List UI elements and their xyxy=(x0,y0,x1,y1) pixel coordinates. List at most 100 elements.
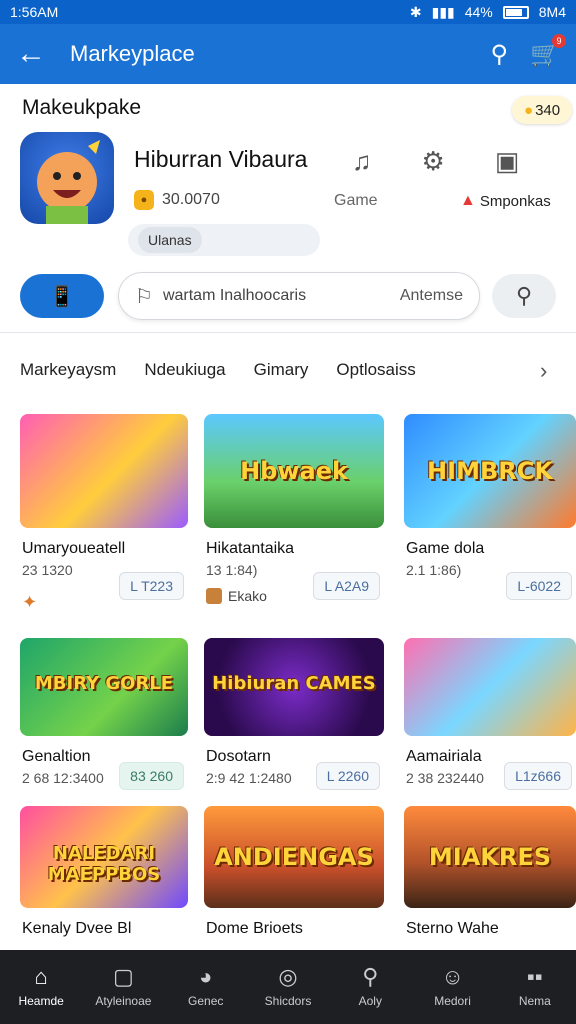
status-label: 8M4 xyxy=(538,4,566,20)
game-thumbnail[interactable]: NALEDARI MAEPPBOS xyxy=(20,806,188,908)
signal-icon: ▮▮▮ xyxy=(431,3,455,20)
status-time: 1:56AM xyxy=(10,4,59,20)
cart-button[interactable]: 🛒 9 xyxy=(530,33,566,69)
menu-icon: ▪▪ xyxy=(527,964,543,989)
app-rating: ● 30.0070 xyxy=(134,190,220,210)
box-icon xyxy=(206,588,222,604)
tag-chip[interactable]: Ulanas xyxy=(138,227,202,253)
tab-3[interactable]: Optlosaiss xyxy=(336,360,415,380)
game-title: Kenaly Dvee Bl xyxy=(22,920,132,937)
bluetooth-icon: ✱ xyxy=(409,3,422,20)
price-badge[interactable]: L1z666 xyxy=(504,762,572,790)
pin-icon: ⚐ xyxy=(135,285,153,308)
game-logo-text: HIMBRCK xyxy=(427,457,553,485)
game-logo-text: ANDIENGAS xyxy=(214,843,374,871)
game-logo-text: Hbwaek xyxy=(240,457,348,485)
back-arrow-icon[interactable]: ← xyxy=(16,37,56,71)
category-tabs: Markeyaysm Ndeukiuga Gimary Optlosaiss › xyxy=(20,358,547,383)
phone-icon: 📱 xyxy=(49,285,75,308)
search-option[interactable]: Antemse xyxy=(400,287,463,305)
game-card[interactable]: Hbwaek Hikatantaika 13 1:84) L A2A9 Ekako xyxy=(204,414,384,614)
coin-balance[interactable]: ● 340 xyxy=(512,96,573,124)
game-title: Genaltion xyxy=(22,748,91,765)
game-logo-text: NALEDARI MAEPPBOS xyxy=(47,843,161,885)
game-title: Dome Brioets xyxy=(206,920,303,937)
game-art xyxy=(20,414,188,528)
app-icon[interactable] xyxy=(20,132,114,224)
search-input[interactable]: ⚐ wartam Inalhoocaris Antemse xyxy=(118,272,480,320)
filter-button[interactable]: 📱 xyxy=(20,274,104,318)
nav-label: Atyleinoae xyxy=(95,994,152,1008)
status-icons: ✱ ▮▮▮ 44% 8M4 xyxy=(410,4,566,21)
nav-search[interactable]: ⚲ Aoly xyxy=(335,964,405,1009)
game-title: Umaryoueatell xyxy=(22,540,126,557)
nav-label: Medori xyxy=(434,994,471,1008)
nav-messages[interactable]: ▢ Atyleinoae xyxy=(88,966,158,1009)
tab-1[interactable]: Ndeukiuga xyxy=(144,360,225,380)
game-card[interactable]: NALEDARI MAEPPBOS Kenaly Dvee Bl xyxy=(20,806,188,946)
sponsor-link[interactable]: ▲ Smponkas xyxy=(460,192,551,210)
search-button[interactable]: ⚲ xyxy=(492,274,556,318)
game-thumbnail[interactable]: Hbwaek xyxy=(204,414,384,528)
game-title: Aamairiala xyxy=(406,748,482,765)
nav-menu[interactable]: ▪▪ Nema xyxy=(500,964,570,1009)
nav-profile[interactable]: ☺ Medori xyxy=(418,964,488,1009)
nav-label: Shicdors xyxy=(264,994,312,1008)
game-thumbnail[interactable]: ANDIENGAS xyxy=(204,806,384,908)
coin-small-icon: ● xyxy=(134,190,154,210)
app-bar: ← Markeyplace ⚲ 🛒 9 xyxy=(0,24,576,84)
game-thumbnail[interactable]: HIMBRCK xyxy=(404,414,576,528)
game-thumbnail[interactable]: MBIRY GORLE xyxy=(20,638,188,736)
game-logo-text: MBIRY GORLE xyxy=(34,673,174,694)
game-card[interactable]: ANDIENGAS Dome Brioets xyxy=(204,806,384,946)
profile-icon: ☺ xyxy=(441,964,464,989)
game-thumbnail[interactable] xyxy=(20,414,188,528)
game-stats: 13 1:84) xyxy=(206,562,258,578)
tab-2[interactable]: Gimary xyxy=(254,360,309,380)
app-category: Game xyxy=(334,192,378,209)
game-thumbnail[interactable] xyxy=(404,638,576,736)
game-stats: 23 1320 xyxy=(22,562,73,578)
game-extra-label: Ekako xyxy=(228,588,267,604)
search-icon[interactable]: ⚲ xyxy=(491,40,509,69)
nav-label: Heamde xyxy=(18,994,64,1008)
cart-count-badge: 9 xyxy=(552,33,566,48)
game-card[interactable]: MIAKRES Sterno Wahe xyxy=(404,806,576,946)
battery-percent: 44% xyxy=(464,4,493,20)
game-card[interactable]: Umaryoueatell 23 1320 L T223 ✦ xyxy=(20,414,188,614)
rating-value: 30.0070 xyxy=(162,191,220,208)
price-badge[interactable]: L A2A9 xyxy=(313,572,380,600)
search-icon: ⚲ xyxy=(362,964,379,989)
home-icon: ⌂ xyxy=(34,964,48,989)
bottom-nav: ⌂ Heamde ▢ Atyleinoae ◕ Genec ◎ Shicdors ⚲ Ao… xyxy=(0,950,576,1024)
game-logo-text: MIAKRES xyxy=(428,843,552,871)
nav-home[interactable]: ⌂ Heamde xyxy=(6,964,76,1009)
price-badge[interactable]: 83 260 xyxy=(119,762,184,790)
compass-icon: ◎ xyxy=(278,964,298,989)
magnifier-icon: ⚲ xyxy=(515,283,533,308)
app-name: Hiburran Vibaura xyxy=(134,146,308,172)
folder-icon[interactable]: ▣ xyxy=(495,146,520,177)
warning-icon: ▲ xyxy=(460,192,476,209)
tab-0[interactable]: Markeyaysm xyxy=(20,360,116,380)
gamepad-icon: ◕ xyxy=(199,964,213,989)
game-extra-info: Ekako xyxy=(206,588,267,604)
app-actions: ♫ ⚙ ▣ xyxy=(352,146,519,177)
game-stats: 2 68 12:3400 xyxy=(22,770,104,786)
game-thumbnail[interactable]: MIAKRES xyxy=(404,806,576,908)
section-title: Makeukpake xyxy=(22,96,142,119)
game-stats: 2.1 1:86) xyxy=(406,562,462,578)
gear-icon[interactable]: ⚙ xyxy=(422,146,445,177)
music-icon[interactable]: ♫ xyxy=(352,146,372,177)
price-badge[interactable]: L-6022 xyxy=(506,572,572,600)
game-card[interactable]: HIMBRCK Game dola 2.1 1:86) L-6022 xyxy=(404,414,576,614)
price-badge[interactable]: L 2260 xyxy=(315,762,380,790)
chevron-right-icon[interactable]: › xyxy=(540,358,547,384)
price-badge[interactable]: L T223 xyxy=(119,572,184,600)
status-bar: 1:56AM ✱ ▮▮▮ 44% 8M4 xyxy=(0,0,576,24)
nav-explore[interactable]: ◎ Shicdors xyxy=(253,964,323,1009)
nav-label: Genec xyxy=(188,994,224,1008)
game-stats: 2:9 42 1:2480 xyxy=(206,770,292,786)
game-thumbnail[interactable]: Hibiuran CAMES xyxy=(204,638,384,736)
nav-games[interactable]: ◕ Genec xyxy=(171,964,241,1009)
